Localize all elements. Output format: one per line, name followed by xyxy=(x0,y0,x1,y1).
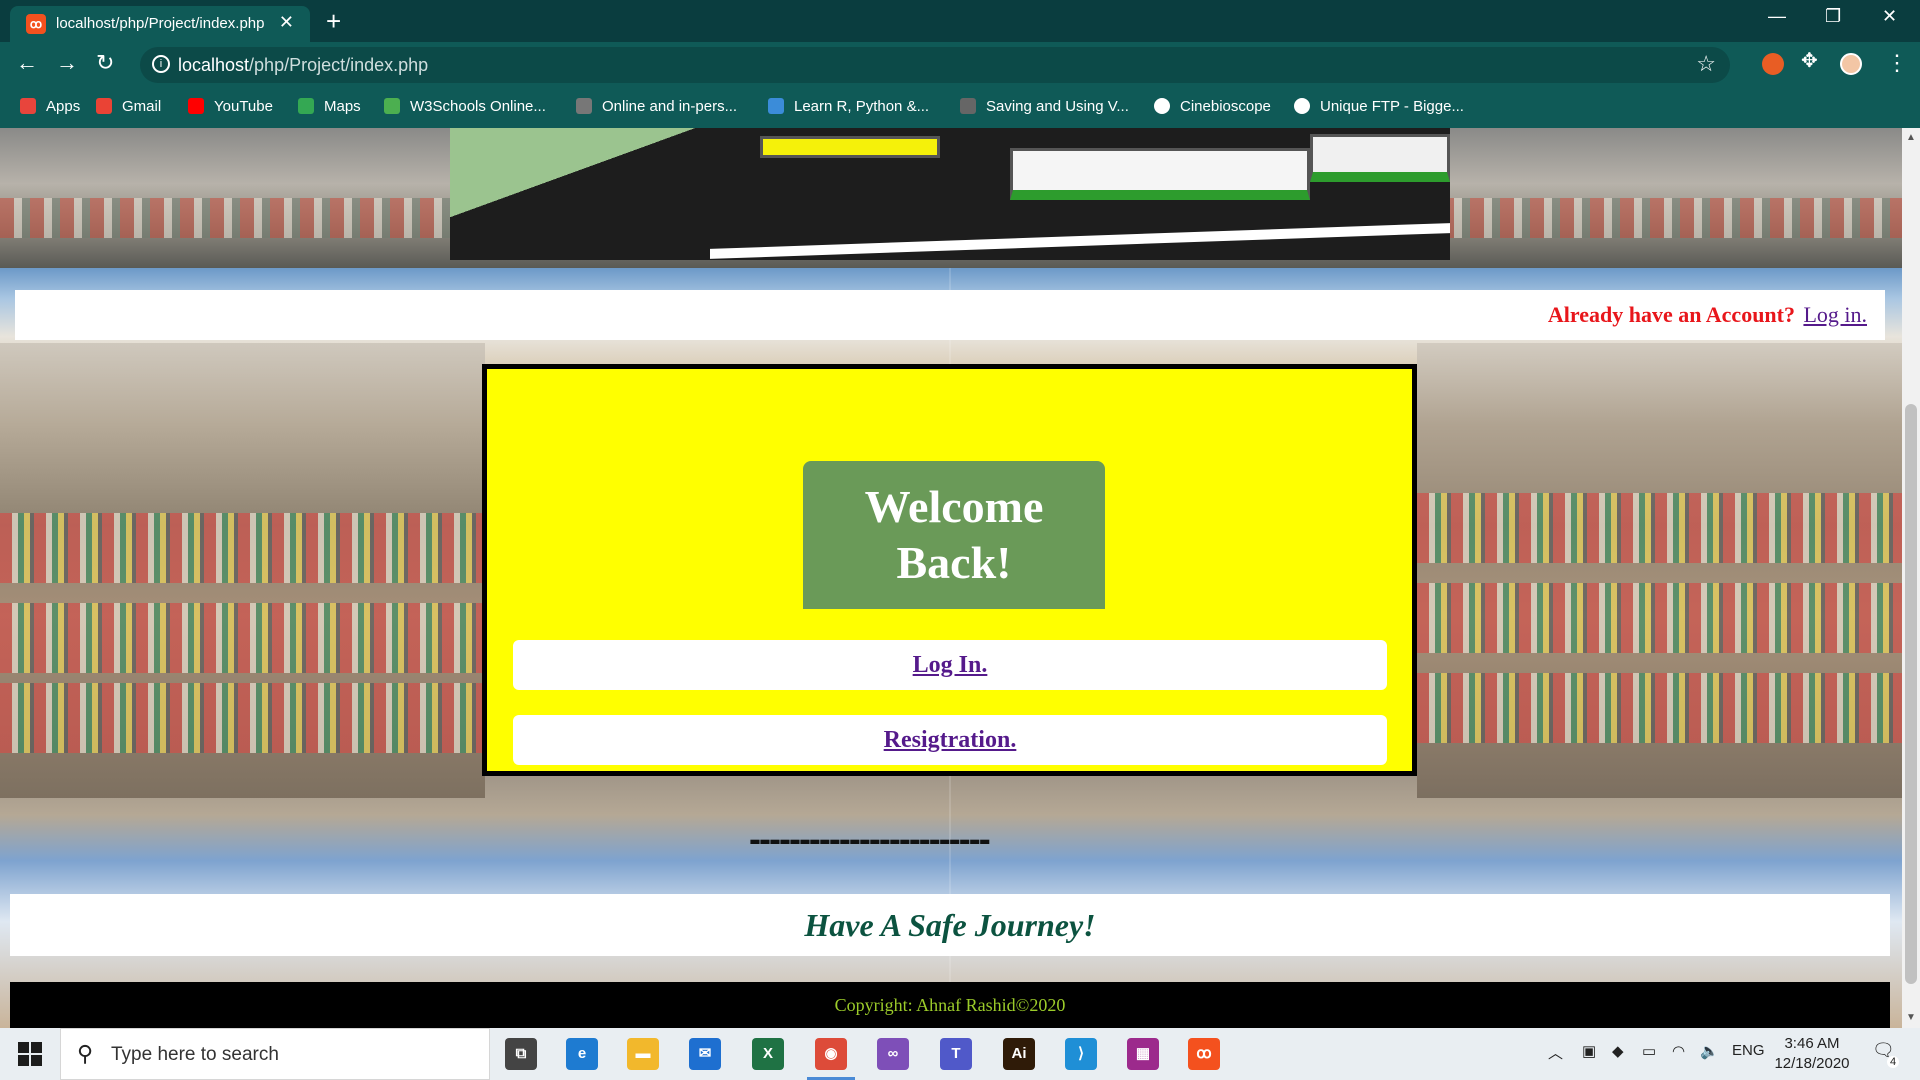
globe-icon xyxy=(576,98,592,114)
bookmark-star-icon[interactable]: ☆ xyxy=(1696,51,1716,77)
youtube-icon xyxy=(188,98,204,114)
dropbox-icon[interactable]: ◆ xyxy=(1612,1042,1624,1060)
background-city-right xyxy=(1417,343,1902,798)
welcome-heading: Welcome Back! xyxy=(803,461,1105,609)
excel-icon[interactable]: X xyxy=(752,1038,784,1070)
page-viewport: Already have an Account? Log in. Welcome… xyxy=(0,128,1902,1028)
header-login-link[interactable]: Log in. xyxy=(1803,302,1867,328)
bookmark-label: Learn R, Python &... xyxy=(794,98,930,115)
taskbar-search-box[interactable]: ⚲ Type here to search xyxy=(60,1028,490,1080)
bookmark-0[interactable]: Apps xyxy=(20,98,80,115)
bus-stand-banner-image xyxy=(450,128,1450,260)
bookmark-label: Gmail xyxy=(122,98,162,115)
profile-avatar[interactable] xyxy=(1840,53,1862,75)
dashed-separator: ------------------------ xyxy=(749,818,991,859)
battery-icon[interactable]: ▭ xyxy=(1642,1042,1656,1060)
tab-title: localhost/php/Project/index.php xyxy=(56,15,265,32)
close-window-button[interactable]: ✕ xyxy=(1882,6,1897,27)
bookmarks-bar: Apps Gmail YouTube Maps W3Schools Online... O… xyxy=(0,90,1920,126)
apps-grid-icon xyxy=(20,98,36,114)
chrome-icon[interactable]: ◉ xyxy=(807,1038,855,1080)
footer-copyright: Copyright: Ahnaf Rashid©2020 xyxy=(10,982,1890,1028)
winrar-icon[interactable]: ▦ xyxy=(1127,1038,1159,1070)
wifi-icon[interactable]: ◠ xyxy=(1672,1042,1685,1060)
scroll-down-icon[interactable]: ▼ xyxy=(1906,1012,1916,1023)
tagline: Have A Safe Journey! xyxy=(10,894,1890,956)
account-prompt-bar: Already have an Account? Log in. xyxy=(15,290,1885,340)
feather-icon xyxy=(960,98,976,114)
browser-toolbar: ← → ↻ i localhost/php/Project/index.php … xyxy=(0,42,1920,128)
vscode-icon[interactable]: ⟩ xyxy=(1065,1038,1097,1070)
background-city-left xyxy=(0,343,485,798)
globe-icon xyxy=(1294,98,1310,114)
maps-icon xyxy=(298,98,314,114)
site-info-icon[interactable]: i xyxy=(152,55,170,73)
teams-icon[interactable]: T xyxy=(940,1038,972,1070)
shield-icon xyxy=(768,98,784,114)
browser-tab[interactable]: ꝏ localhost/php/Project/index.php ✕ xyxy=(10,6,310,42)
xampp-icon[interactable]: ꝏ xyxy=(1188,1038,1220,1070)
language-indicator[interactable]: ENG xyxy=(1732,1042,1765,1059)
search-placeholder: Type here to search xyxy=(111,1044,279,1065)
restore-button[interactable]: ❐ xyxy=(1825,6,1841,27)
bookmark-label: W3Schools Online... xyxy=(410,98,546,115)
page-scrollbar[interactable]: ▲ ▼ xyxy=(1902,128,1920,1028)
welcome-card: Welcome Back! Log In. Resigtration. xyxy=(482,364,1417,776)
bookmark-label: Cinebioscope xyxy=(1180,98,1271,115)
bookmark-4[interactable]: W3Schools Online... xyxy=(384,98,546,115)
show-hidden-icons-icon[interactable]: ︿ xyxy=(1548,1042,1563,1063)
mail-icon[interactable]: ✉ xyxy=(689,1038,721,1070)
forward-arrow-icon[interactable]: → xyxy=(56,50,78,76)
minimize-button[interactable]: — xyxy=(1768,6,1786,27)
bookmark-8[interactable]: Cinebioscope xyxy=(1154,98,1271,115)
bookmark-label: Maps xyxy=(324,98,361,115)
scroll-up-icon[interactable]: ▲ xyxy=(1906,132,1916,143)
browser-tab-bar: ꝏ localhost/php/Project/index.php ✕ + — … xyxy=(0,0,1920,42)
bookmark-label: Saving and Using V... xyxy=(986,98,1129,115)
bookmark-label: YouTube xyxy=(214,98,273,115)
tab-close-icon[interactable]: ✕ xyxy=(279,12,294,33)
bookmark-5[interactable]: Online and in-pers... xyxy=(576,98,737,115)
volume-icon[interactable]: 🔈 xyxy=(1700,1042,1719,1060)
login-button[interactable]: Log In. xyxy=(513,640,1387,690)
account-prompt-text: Already have an Account? xyxy=(1547,302,1795,327)
bookmark-9[interactable]: Unique FTP - Bigge... xyxy=(1294,98,1464,115)
back-arrow-icon[interactable]: ← xyxy=(16,50,38,76)
address-bar[interactable]: i localhost/php/Project/index.php ☆ xyxy=(140,47,1730,83)
bookmark-7[interactable]: Saving and Using V... xyxy=(960,98,1129,115)
extension-fox-icon[interactable] xyxy=(1762,53,1784,75)
windows-start-icon[interactable] xyxy=(18,1042,42,1066)
bookmark-2[interactable]: YouTube xyxy=(188,98,273,115)
file-explorer-icon[interactable]: ▬ xyxy=(627,1038,659,1070)
bookmark-3[interactable]: Maps xyxy=(298,98,361,115)
bookmark-label: Apps xyxy=(46,98,81,115)
new-tab-button[interactable]: + xyxy=(326,6,341,37)
windows-taskbar: ⚲ Type here to search ⧉ e ▬ ✉ X ◉ ∞ T Ai ⟩ ▦ ꝏ ︿ ▣ … xyxy=(0,1028,1920,1080)
w3schools-icon xyxy=(384,98,400,114)
device-icon[interactable]: ▣ xyxy=(1582,1042,1596,1060)
bookmark-1[interactable]: Gmail xyxy=(96,98,161,115)
gmail-icon xyxy=(96,98,112,114)
visual-studio-icon[interactable]: ∞ xyxy=(877,1038,909,1070)
reload-icon[interactable]: ↻ xyxy=(96,50,114,76)
address-url[interactable]: localhost/php/Project/index.php xyxy=(178,55,428,76)
xampp-favicon-icon: ꝏ xyxy=(26,14,46,34)
extensions-puzzle-icon[interactable]: ✥ xyxy=(1801,48,1823,72)
edge-icon[interactable]: e xyxy=(566,1038,598,1070)
notification-count-badge: 4 xyxy=(1887,1056,1900,1068)
bookmark-label: Online and in-pers... xyxy=(602,98,738,115)
taskbar-clock[interactable]: 3:46 AM 12/18/2020 xyxy=(1772,1034,1852,1074)
task-view-icon[interactable]: ⧉ xyxy=(505,1038,537,1070)
bookmark-6[interactable]: Learn R, Python &... xyxy=(768,98,929,115)
search-icon: ⚲ xyxy=(77,1041,94,1066)
scrollbar-thumb[interactable] xyxy=(1905,404,1917,984)
globe-icon xyxy=(1154,98,1170,114)
browser-menu-icon[interactable]: ⋮ xyxy=(1886,50,1908,76)
registration-button[interactable]: Resigtration. xyxy=(513,715,1387,765)
illustrator-icon[interactable]: Ai xyxy=(1003,1038,1035,1070)
bookmark-label: Unique FTP - Bigge... xyxy=(1320,98,1464,115)
